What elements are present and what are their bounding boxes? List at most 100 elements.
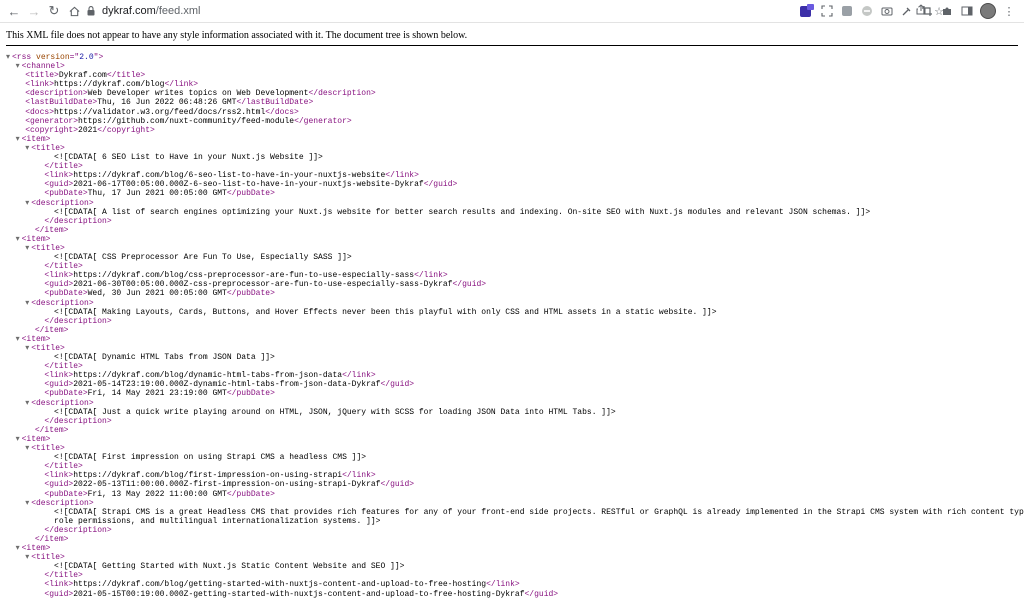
xml-open-tag: <title> (31, 444, 65, 454)
xml-open-tag: <description> (31, 498, 94, 508)
xml-text-content: <![CDATA[ Dynamic HTML Tabs from JSON Da… (54, 353, 275, 363)
xml-text-content: 2021-05-14T23:19:00.000Z-dynamic-html-ta… (73, 380, 381, 390)
extension-badge-icon[interactable] (800, 4, 814, 18)
xml-open-tag: </title> (44, 262, 83, 272)
back-arrow-icon[interactable]: ← (4, 1, 24, 21)
xml-text-content: <![CDATA[ First impression on using Stra… (54, 453, 367, 463)
xml-text-content: <![CDATA[ 6 SEO List to Have in your Nux… (54, 153, 323, 163)
xml-close-tag: </link> (414, 271, 448, 281)
xml-document-tree: ▾ <rss version="2.0"> ▾ <channel> <title>D… (0, 46, 1024, 599)
home-icon[interactable] (64, 1, 84, 21)
crop-icon[interactable] (920, 4, 934, 18)
xml-text-content: Fri, 14 May 2021 23:19:00 GMT (87, 389, 227, 399)
xml-tree-line: </title> (6, 362, 1024, 371)
xml-tree-line: ▾ <description> (6, 399, 1024, 408)
extensions-bar: ⋮ (800, 2, 1016, 20)
xml-open-tag: <docs> (25, 107, 55, 117)
xml-tree-line: </item> (6, 326, 1024, 335)
xml-open-tag: <link> (44, 580, 74, 590)
xml-tree-line: <lastBuildDate>Thu, 16 Jun 2022 06:48:26… (6, 98, 1024, 107)
rss-version-value: 2.0 (79, 53, 94, 62)
xml-tree-line: <guid>2021-05-14T23:19:00.000Z-dynamic-h… (6, 380, 1024, 389)
xml-text-content: 2021 (78, 125, 98, 135)
xml-tree-line: <pubDate>Thu, 17 Jun 2021 00:05:00 GMT</… (6, 189, 1024, 198)
xml-open-tag: </item> (34, 425, 69, 435)
xml-tree-line: <![CDATA[ CSS Preprocessor Are Fun To Us… (6, 253, 1024, 262)
lock-icon[interactable] (86, 5, 96, 17)
xml-open-tag: <item> (21, 234, 51, 244)
xml-open-tag: <title> (31, 143, 65, 153)
xml-open-tag: </item> (34, 225, 69, 235)
xml-close-tag: </lastBuildDate> (236, 98, 314, 108)
url-text[interactable]: dykraf.com/feed.xml (102, 5, 200, 17)
forward-arrow-icon[interactable]: → (24, 1, 44, 21)
xml-text-content: 2021-06-17T00:05:00.000Z-6-seo-list-to-h… (73, 180, 424, 190)
xml-tree-line: <link>https://dykraf.com/blog/first-impr… (6, 471, 1024, 480)
xml-open-tag: <item> (21, 134, 51, 144)
xml-tree-line: ▾ <title> (6, 553, 1024, 562)
xml-close-tag: </guid> (380, 480, 415, 490)
xml-close-tag: </guid> (380, 380, 415, 390)
xml-tree-line: <![CDATA[ Dynamic HTML Tabs from JSON Da… (6, 353, 1024, 362)
xml-open-tag: <guid> (44, 180, 74, 190)
xml-text-content: 2021-05-15T00:19:00.000Z-getting-started… (73, 589, 525, 599)
xml-tree-line: <![CDATA[ A list of search engines optim… (6, 208, 1024, 217)
xml-tree-line: <guid>2021-06-30T00:05:00.000Z-css-prepr… (6, 280, 1024, 289)
xml-tree-line: ▾ <item> (6, 235, 1024, 244)
xml-tree-line: <![CDATA[ Strapi CMS is a great Headless… (6, 508, 1024, 517)
xml-tree-line: </item> (6, 226, 1024, 235)
xml-open-tag: <generator> (25, 116, 79, 126)
screenshot-icon[interactable] (820, 4, 834, 18)
xml-open-tag: <title> (25, 71, 59, 81)
xml-close-tag: </generator> (294, 116, 352, 126)
xml-text-content: https://dykraf.com/blog (54, 80, 165, 90)
xml-text-content: Thu, 17 Jun 2021 00:05:00 GMT (87, 189, 227, 199)
xml-close-tag: </pubDate> (226, 189, 275, 199)
reload-icon[interactable]: ↻ (44, 1, 64, 21)
xml-tree-line: ▾ <title> (6, 244, 1024, 253)
xml-tree-line: </title> (6, 571, 1024, 580)
xml-text-content: https://dykraf.com/blog/dynamic-html-tab… (73, 371, 343, 381)
xml-open-tag: <title> (31, 243, 65, 253)
xml-close-tag: </link> (486, 580, 520, 590)
menu-kebab-icon[interactable]: ⋮ (1002, 4, 1016, 18)
xml-text-content: https://github.com/nuxt-community/feed-m… (78, 116, 295, 126)
xml-tree-line: <pubDate>Wed, 30 Jun 2021 00:05:00 GMT</… (6, 289, 1024, 298)
xml-close-tag: </docs> (265, 107, 299, 117)
xml-open-tag: </description> (44, 416, 112, 426)
xml-open-tag: <item> (21, 544, 51, 554)
xml-tree-line: </item> (6, 426, 1024, 435)
xml-tree-line: </title> (6, 462, 1024, 471)
xml-tree-line: <link>https://dykraf.com/blog/css-prepro… (6, 271, 1024, 280)
xml-tree-line: <guid>2022-05-13T11:00:00.000Z-first-imp… (6, 480, 1024, 489)
block-icon[interactable] (860, 4, 874, 18)
rss-version-attr: version (36, 53, 70, 62)
camera-icon[interactable] (880, 4, 894, 18)
xml-open-tag: <lastBuildDate> (25, 98, 98, 108)
profile-avatar[interactable] (980, 3, 996, 19)
xml-tree-line: ▾ <description> (6, 499, 1024, 508)
dropper-icon[interactable] (900, 4, 914, 18)
url-host: dykraf.com (102, 5, 156, 17)
xml-open-tag: </title> (44, 462, 83, 472)
xml-tree-line: ▾ <title> (6, 444, 1024, 453)
xml-close-tag: </description> (308, 89, 376, 99)
xml-open-tag: <link> (44, 171, 74, 181)
xml-tree-line: ▾ <item> (6, 544, 1024, 553)
xml-tree-line: ▾ <item> (6, 135, 1024, 144)
sidebar-icon[interactable] (960, 4, 974, 18)
translate-icon[interactable] (840, 4, 854, 18)
xml-text-content: role permissions, and multilingual inter… (54, 516, 381, 526)
xml-close-tag: </guid> (524, 589, 559, 599)
xml-open-tag: <description> (31, 198, 94, 208)
xml-close-tag: </guid> (423, 180, 458, 190)
xml-tree-line: </description> (6, 217, 1024, 226)
xml-tree-line: <docs>https://validator.w3.org/feed/docs… (6, 108, 1024, 117)
xml-close-tag: </pubDate> (226, 489, 275, 499)
puzzle-extensions-icon[interactable] (940, 4, 954, 18)
xml-tree-line: ▾ <description> (6, 299, 1024, 308)
xml-text-content: <![CDATA[ Strapi CMS is a great Headless… (54, 507, 1024, 517)
nav-buttons: ← → ↻ (4, 1, 84, 21)
xml-close-tag: </link> (342, 371, 376, 381)
xml-tree-line: </title> (6, 262, 1024, 271)
